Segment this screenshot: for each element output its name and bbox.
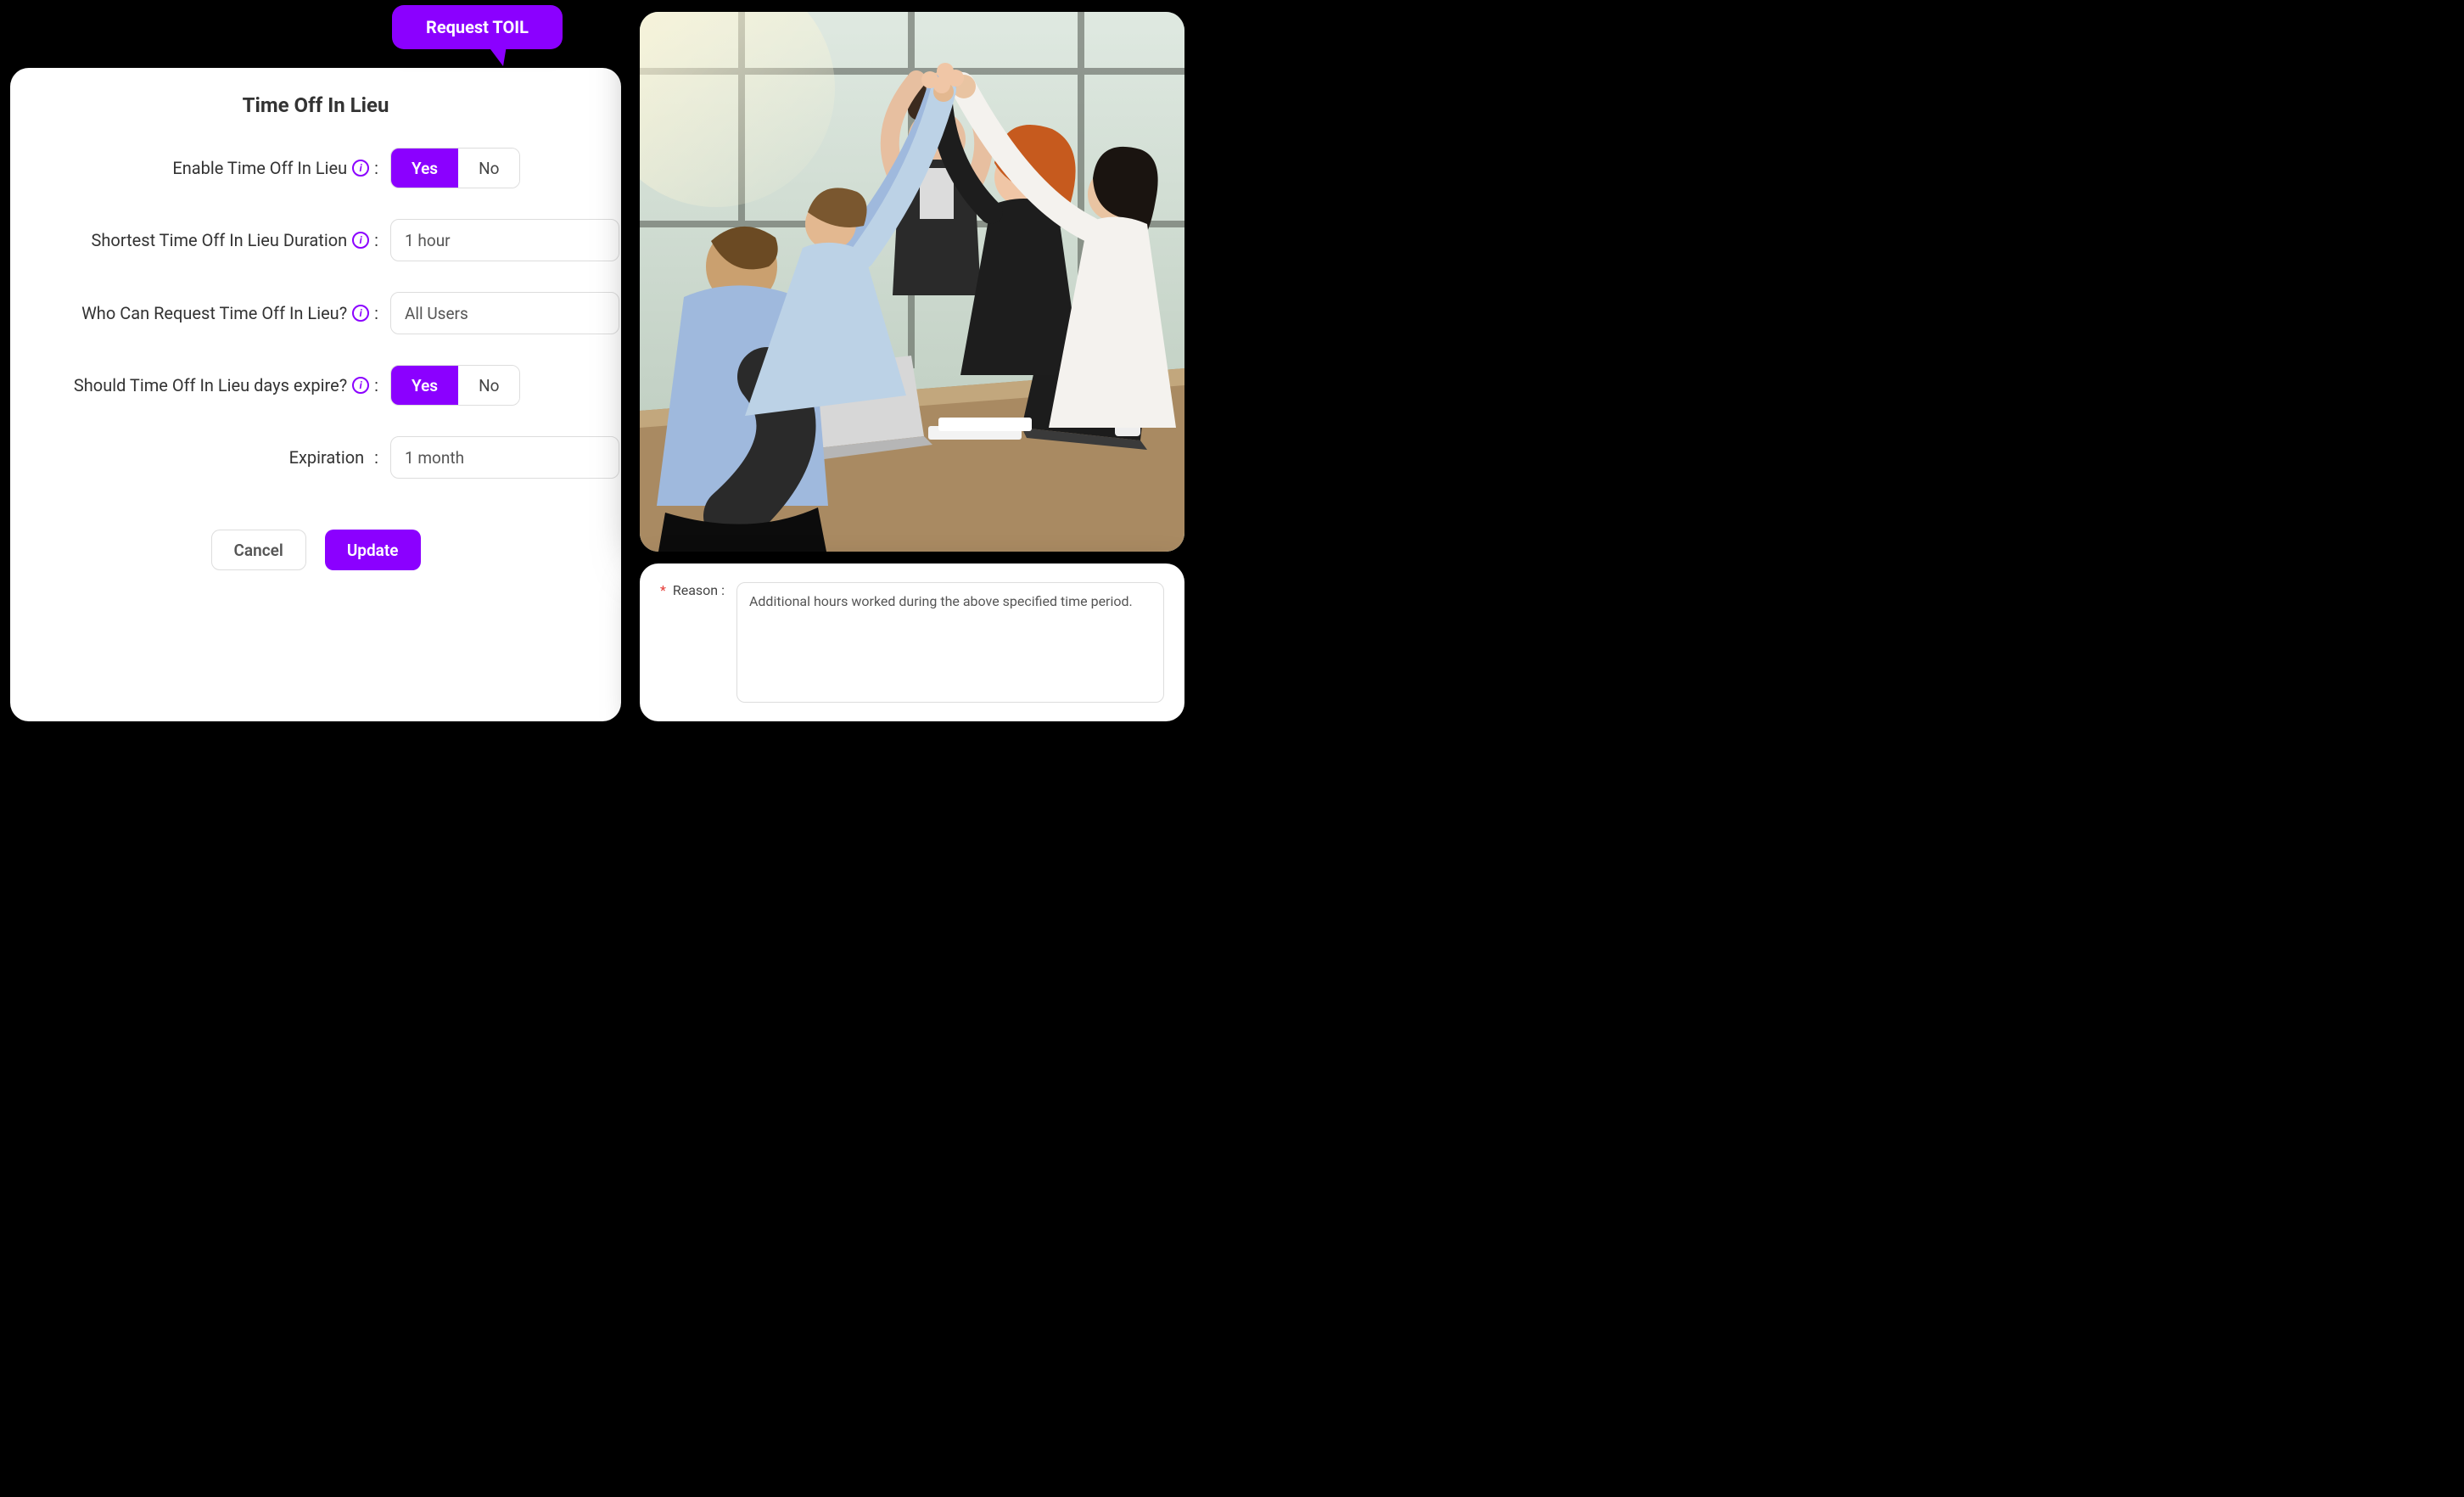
enable-toggle-yes[interactable]: Yes (391, 149, 458, 188)
expire-toggle-yes[interactable]: Yes (391, 366, 458, 405)
label-colon: : (374, 303, 378, 323)
info-icon[interactable]: i (352, 160, 369, 177)
settings-title: Time Off In Lieu (31, 93, 601, 117)
row-shortest-duration: Shortest Time Off In Lieu Duration i : 1… (31, 219, 601, 261)
settings-actions: Cancel Update (31, 530, 601, 570)
label-colon: : (374, 230, 378, 250)
info-icon[interactable]: i (352, 377, 369, 394)
cancel-button[interactable]: Cancel (211, 530, 306, 570)
label-expiration-text: Expiration (289, 447, 365, 468)
label-enable-text: Enable Time Off In Lieu (172, 158, 347, 178)
info-icon[interactable]: i (352, 232, 369, 249)
update-button-label: Update (347, 541, 399, 560)
request-toil-callout-text: Request TOIL (426, 17, 529, 37)
required-mark: * (660, 582, 666, 598)
update-button[interactable]: Update (325, 530, 421, 570)
label-enable: Enable Time Off In Lieu i : (31, 158, 390, 178)
reason-label: * Reason : (660, 582, 725, 703)
label-colon: : (374, 447, 378, 468)
toil-settings-card: Time Off In Lieu Enable Time Off In Lieu… (10, 68, 621, 721)
shortest-duration-select[interactable]: 1 hour (390, 219, 619, 261)
label-colon: : (374, 158, 378, 178)
reason-card: * Reason : Additional hours worked durin… (640, 563, 1184, 721)
team-highfive-illustration-icon (640, 12, 1184, 552)
label-colon: : (374, 375, 378, 395)
enable-toggle[interactable]: Yes No (390, 148, 520, 188)
cancel-button-label: Cancel (234, 541, 283, 560)
label-shortest-text: Shortest Time Off In Lieu Duration (92, 230, 348, 250)
team-photo-card (640, 12, 1184, 552)
reason-textarea[interactable]: Additional hours worked during the above… (736, 582, 1164, 703)
label-expiration: Expiration : (31, 447, 390, 468)
expiration-select[interactable]: 1 month (390, 436, 619, 479)
shortest-duration-value: 1 hour (405, 231, 451, 250)
row-expire: Should Time Off In Lieu days expire? i :… (31, 365, 601, 406)
label-expire-text: Should Time Off In Lieu days expire? (74, 375, 347, 395)
label-expire: Should Time Off In Lieu days expire? i : (31, 375, 390, 395)
who-can-request-select[interactable]: All Users (390, 292, 619, 334)
reason-label-text: Reason : (673, 582, 725, 598)
expire-toggle[interactable]: Yes No (390, 365, 520, 406)
info-icon[interactable]: i (352, 305, 369, 322)
label-who-text: Who Can Request Time Off In Lieu? (81, 303, 347, 323)
enable-toggle-no[interactable]: No (458, 149, 519, 188)
label-shortest-duration: Shortest Time Off In Lieu Duration i : (31, 230, 390, 250)
who-can-request-value: All Users (405, 304, 468, 323)
row-enable: Enable Time Off In Lieu i : Yes No (31, 148, 601, 188)
row-who-can-request: Who Can Request Time Off In Lieu? i : Al… (31, 292, 601, 334)
request-toil-callout: Request TOIL (392, 5, 563, 49)
row-expiration: Expiration : 1 month (31, 436, 601, 479)
expiration-value: 1 month (405, 448, 464, 468)
label-who-can-request: Who Can Request Time Off In Lieu? i : (31, 303, 390, 323)
reason-value: Additional hours worked during the above… (749, 593, 1133, 609)
expire-toggle-no[interactable]: No (458, 366, 519, 405)
